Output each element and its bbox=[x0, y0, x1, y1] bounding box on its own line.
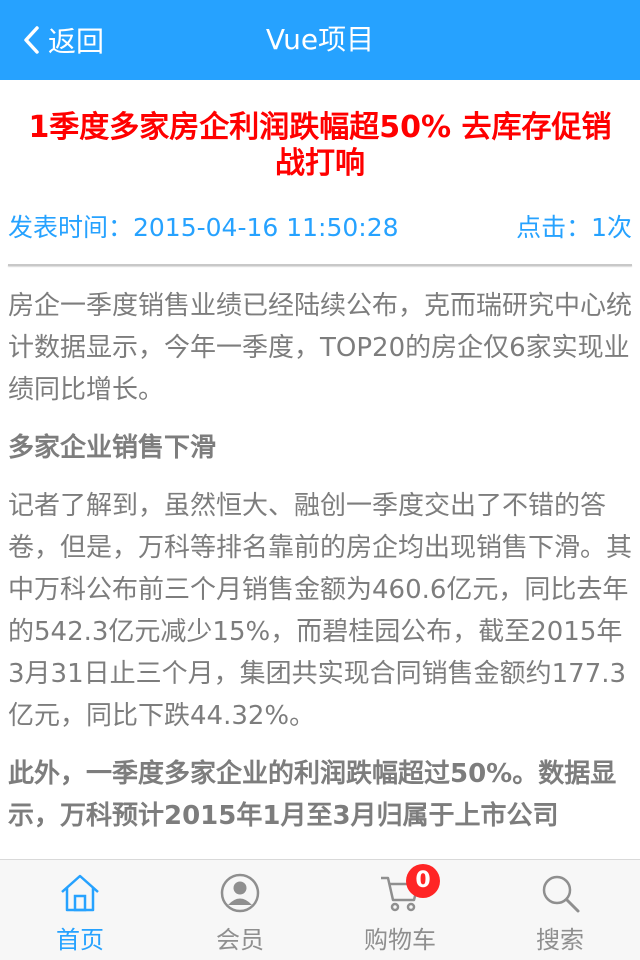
home-icon bbox=[59, 872, 101, 914]
article-body: 房企一季度销售业绩已经陆续公布，克而瑞研究中心统计数据显示，今年一季度，TOP2… bbox=[8, 285, 632, 853]
top-header: 返回 Vue项目 bbox=[0, 0, 640, 80]
paragraph: 房企一季度销售业绩已经陆续公布，克而瑞研究中心统计数据显示，今年一季度，TOP2… bbox=[8, 291, 633, 405]
publish-time: 发表时间：2015-04-16 11:50:28 bbox=[8, 213, 399, 242]
tab-home[interactable]: 首页 bbox=[0, 860, 160, 960]
search-icon bbox=[539, 872, 581, 914]
section-heading: 多家企业销售下滑 bbox=[8, 433, 217, 463]
click-count: 点击：1次 bbox=[516, 213, 632, 242]
paragraph-bold: 此外，一季度多家企业的利润跌幅超过50%。数据显示，万科预计2015年1月至3月… bbox=[8, 759, 617, 831]
tab-label: 首页 bbox=[56, 926, 104, 954]
tab-member[interactable]: 会员 bbox=[160, 860, 320, 960]
article-content[interactable]: 1季度多家房企利润跌幅超50% 去库存促销战打响 发表时间：2015-04-16… bbox=[0, 80, 640, 858]
tab-label: 搜索 bbox=[536, 926, 584, 954]
tab-search[interactable]: 搜索 bbox=[480, 860, 640, 960]
tab-cart[interactable]: 0 购物车 bbox=[320, 860, 480, 960]
tab-label: 购物车 bbox=[364, 926, 436, 954]
article-meta: 发表时间：2015-04-16 11:50:28 点击：1次 bbox=[8, 208, 632, 244]
tab-label: 会员 bbox=[216, 926, 264, 954]
bottom-tabbar: 首页 会员 0 购物车 搜索 bbox=[0, 859, 640, 960]
paragraph: 记者了解到，虽然恒大、融创一季度交出了不错的答卷，但是，万科等排名靠前的房企均出… bbox=[8, 491, 633, 731]
page-title: Vue项目 bbox=[265, 23, 375, 56]
divider bbox=[8, 264, 632, 266]
cart-badge: 0 bbox=[406, 864, 440, 898]
article-title: 1季度多家房企利润跌幅超50% 去库存促销战打响 bbox=[28, 110, 612, 181]
user-icon bbox=[219, 872, 261, 914]
